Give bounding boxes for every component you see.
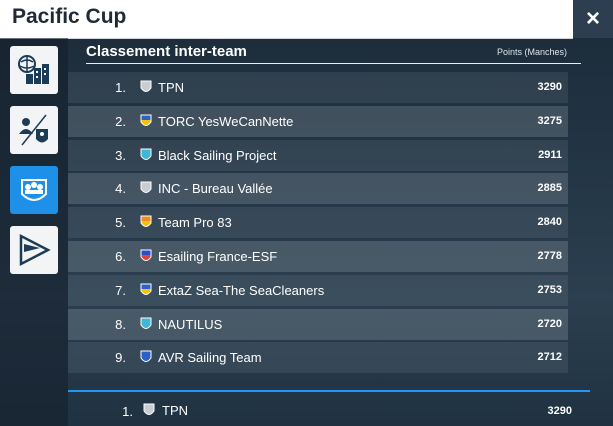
my-team-rank: 1. bbox=[122, 404, 133, 419]
ranking-row[interactable]: 8. NAUTILUS 2720 bbox=[68, 308, 568, 340]
ranking-rank: 8. bbox=[115, 316, 126, 332]
ranking-row[interactable]: 6. Esailing France-ESF 2778 bbox=[68, 240, 568, 272]
city-network-icon bbox=[18, 55, 49, 84]
ranking-points: 2911 bbox=[538, 148, 562, 161]
ranking-rank: 5. bbox=[115, 215, 126, 231]
ranking-rank: 7. bbox=[115, 282, 126, 298]
ranking-team-name: Black Sailing Project bbox=[158, 147, 277, 163]
team-shield-icon bbox=[143, 403, 155, 415]
points-header: Points (Manches) bbox=[496, 47, 567, 57]
ranking-list: 1. TPN 3290 2. TORC YesWeCanNette 3275 3. Black… bbox=[68, 72, 568, 376]
ranking-team-name: ExtaZ Sea-The SeaCleaners bbox=[158, 282, 325, 298]
sidebar-item-team-vs[interactable] bbox=[10, 106, 58, 154]
ranking-points: 3275 bbox=[537, 114, 562, 127]
ranking-points: 2720 bbox=[537, 317, 562, 330]
team-shield-icon bbox=[140, 80, 152, 92]
ranking-team-name: AVR Sailing Team bbox=[158, 350, 262, 366]
team-vs-icon bbox=[19, 114, 48, 146]
my-team-divider bbox=[68, 390, 590, 392]
ranking-team-name: Esailing France-ESF bbox=[158, 248, 278, 264]
ranking-row[interactable]: 2. TORC YesWeCanNette 3275 bbox=[68, 105, 568, 137]
ranking-points: 2753 bbox=[537, 283, 562, 296]
my-team-points: 3290 bbox=[547, 405, 572, 417]
ranking-rank: 2. bbox=[115, 113, 126, 129]
ranking-rank: 3. bbox=[115, 147, 126, 163]
team-shield-icon bbox=[140, 181, 152, 194]
title-divider bbox=[86, 63, 581, 64]
ranking-rank: 1. bbox=[115, 80, 126, 95]
ranking-team-name: Team Pro 83 bbox=[158, 215, 232, 231]
ranking-rank: 6. bbox=[115, 248, 126, 264]
ranking-points: 3290 bbox=[537, 81, 562, 93]
race-flag-icon bbox=[19, 233, 51, 267]
ranking-points: 2885 bbox=[537, 182, 562, 195]
ranking-row[interactable]: 3. Black Sailing Project 2911 bbox=[68, 139, 568, 171]
sidebar bbox=[0, 38, 68, 426]
ranking-row[interactable]: 4. INC - Bureau Vallée 2885 bbox=[68, 173, 568, 205]
teams-badge-icon bbox=[21, 179, 47, 201]
sidebar-item-race-flag[interactable] bbox=[10, 226, 58, 274]
ranking-team-name: NAUTILUS bbox=[158, 316, 223, 332]
team-shield-icon bbox=[140, 350, 152, 363]
ranking-points: 2778 bbox=[537, 249, 562, 262]
window-header: Pacific Cup bbox=[0, 0, 573, 39]
ranking-rank: 4. bbox=[115, 181, 126, 197]
ranking-row[interactable]: 7. ExtaZ Sea-The SeaCleaners 2753 bbox=[68, 274, 568, 306]
close-icon: × bbox=[585, 5, 600, 32]
ranking-points: 2840 bbox=[537, 216, 562, 229]
team-shield-icon bbox=[140, 148, 152, 160]
my-team-row[interactable]: 1. TPN 3290 bbox=[68, 397, 578, 425]
ranking-row[interactable]: 5. Team Pro 83 2840 bbox=[68, 207, 568, 239]
team-shield-icon bbox=[140, 114, 152, 126]
ranking-row[interactable]: 1. TPN 3290 bbox=[68, 72, 568, 103]
team-shield-icon bbox=[140, 317, 152, 329]
ranking-team-name: TPN bbox=[158, 80, 184, 95]
ranking-points: 2712 bbox=[537, 351, 562, 364]
window-title: Pacific Cup bbox=[12, 5, 127, 28]
sidebar-item-teams-badge[interactable] bbox=[10, 166, 58, 214]
ranking-title: Classement inter-team bbox=[86, 43, 247, 60]
my-team-name: TPN bbox=[162, 403, 188, 418]
team-shield-icon bbox=[140, 283, 152, 295]
ranking-team-name: TORC YesWeCanNette bbox=[158, 113, 294, 129]
team-shield-icon bbox=[140, 215, 152, 228]
close-button[interactable]: × bbox=[573, 0, 613, 38]
ranking-rank: 9. bbox=[115, 350, 126, 366]
team-shield-icon bbox=[140, 249, 152, 261]
ranking-row[interactable]: 9. AVR Sailing Team 2712 bbox=[68, 342, 568, 374]
ranking-team-name: INC - Bureau Vallée bbox=[158, 181, 273, 197]
sidebar-item-city-network[interactable] bbox=[10, 46, 58, 94]
